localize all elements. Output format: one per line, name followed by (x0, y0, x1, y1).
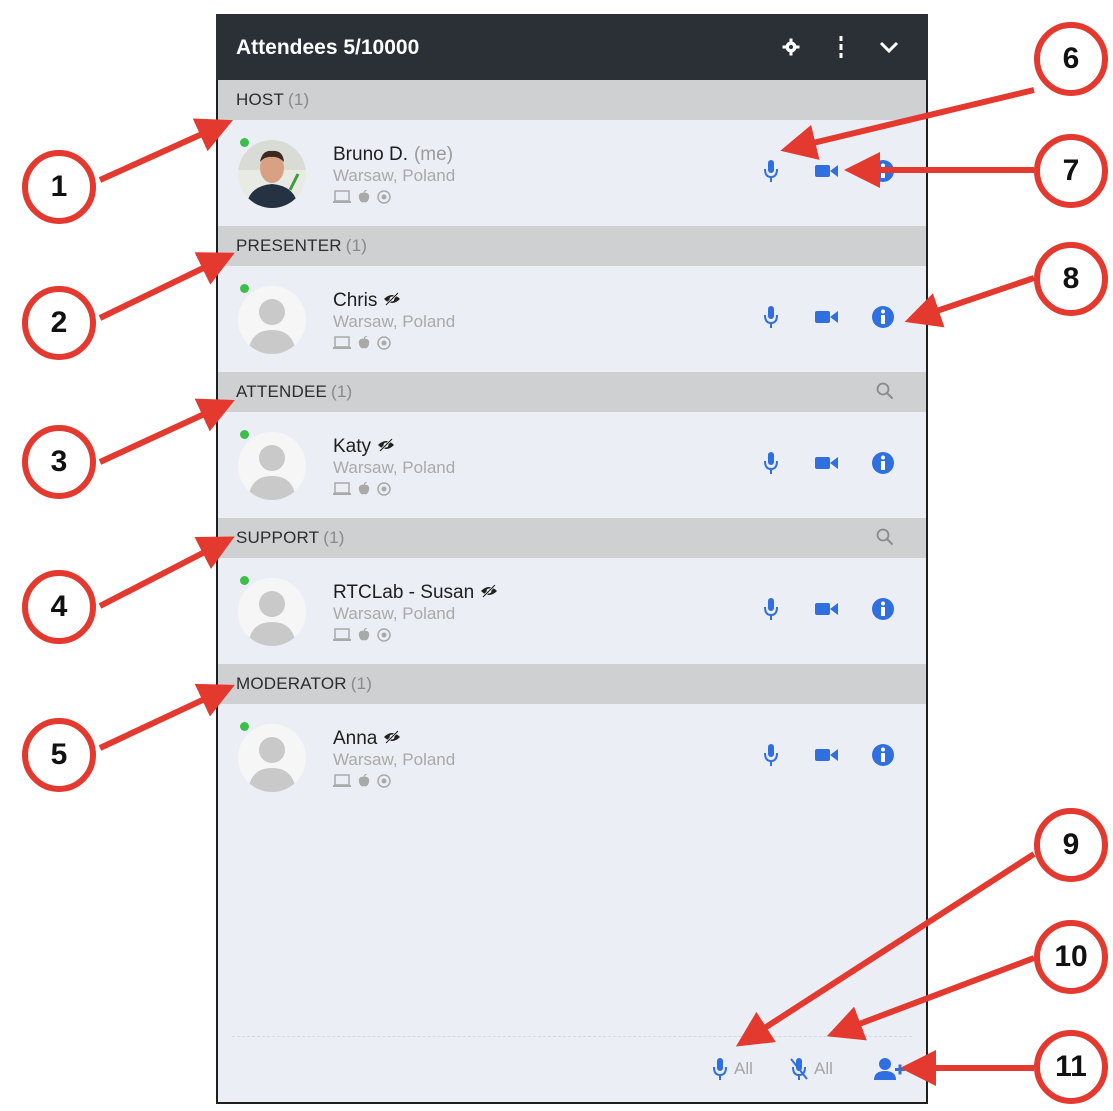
online-status-dot (240, 284, 249, 293)
online-status-dot (240, 576, 249, 585)
online-status-dot (240, 138, 249, 147)
callout-9: 9 (1034, 808, 1108, 882)
callout-5: 5 (22, 718, 96, 792)
callout-4: 4 (22, 570, 96, 644)
callout-10: 10 (1034, 920, 1108, 994)
callout-arrows (98, 87, 1036, 1086)
online-status-dot (240, 722, 249, 731)
callout-8: 8 (1034, 242, 1108, 316)
callout-2: 2 (22, 286, 96, 360)
callout-3: 3 (22, 425, 96, 499)
callout-1: 1 (22, 150, 96, 224)
callout-11: 11 (1034, 1030, 1108, 1104)
online-status-dot (240, 430, 249, 439)
callout-7: 7 (1034, 134, 1108, 208)
callout-6: 6 (1034, 22, 1108, 96)
